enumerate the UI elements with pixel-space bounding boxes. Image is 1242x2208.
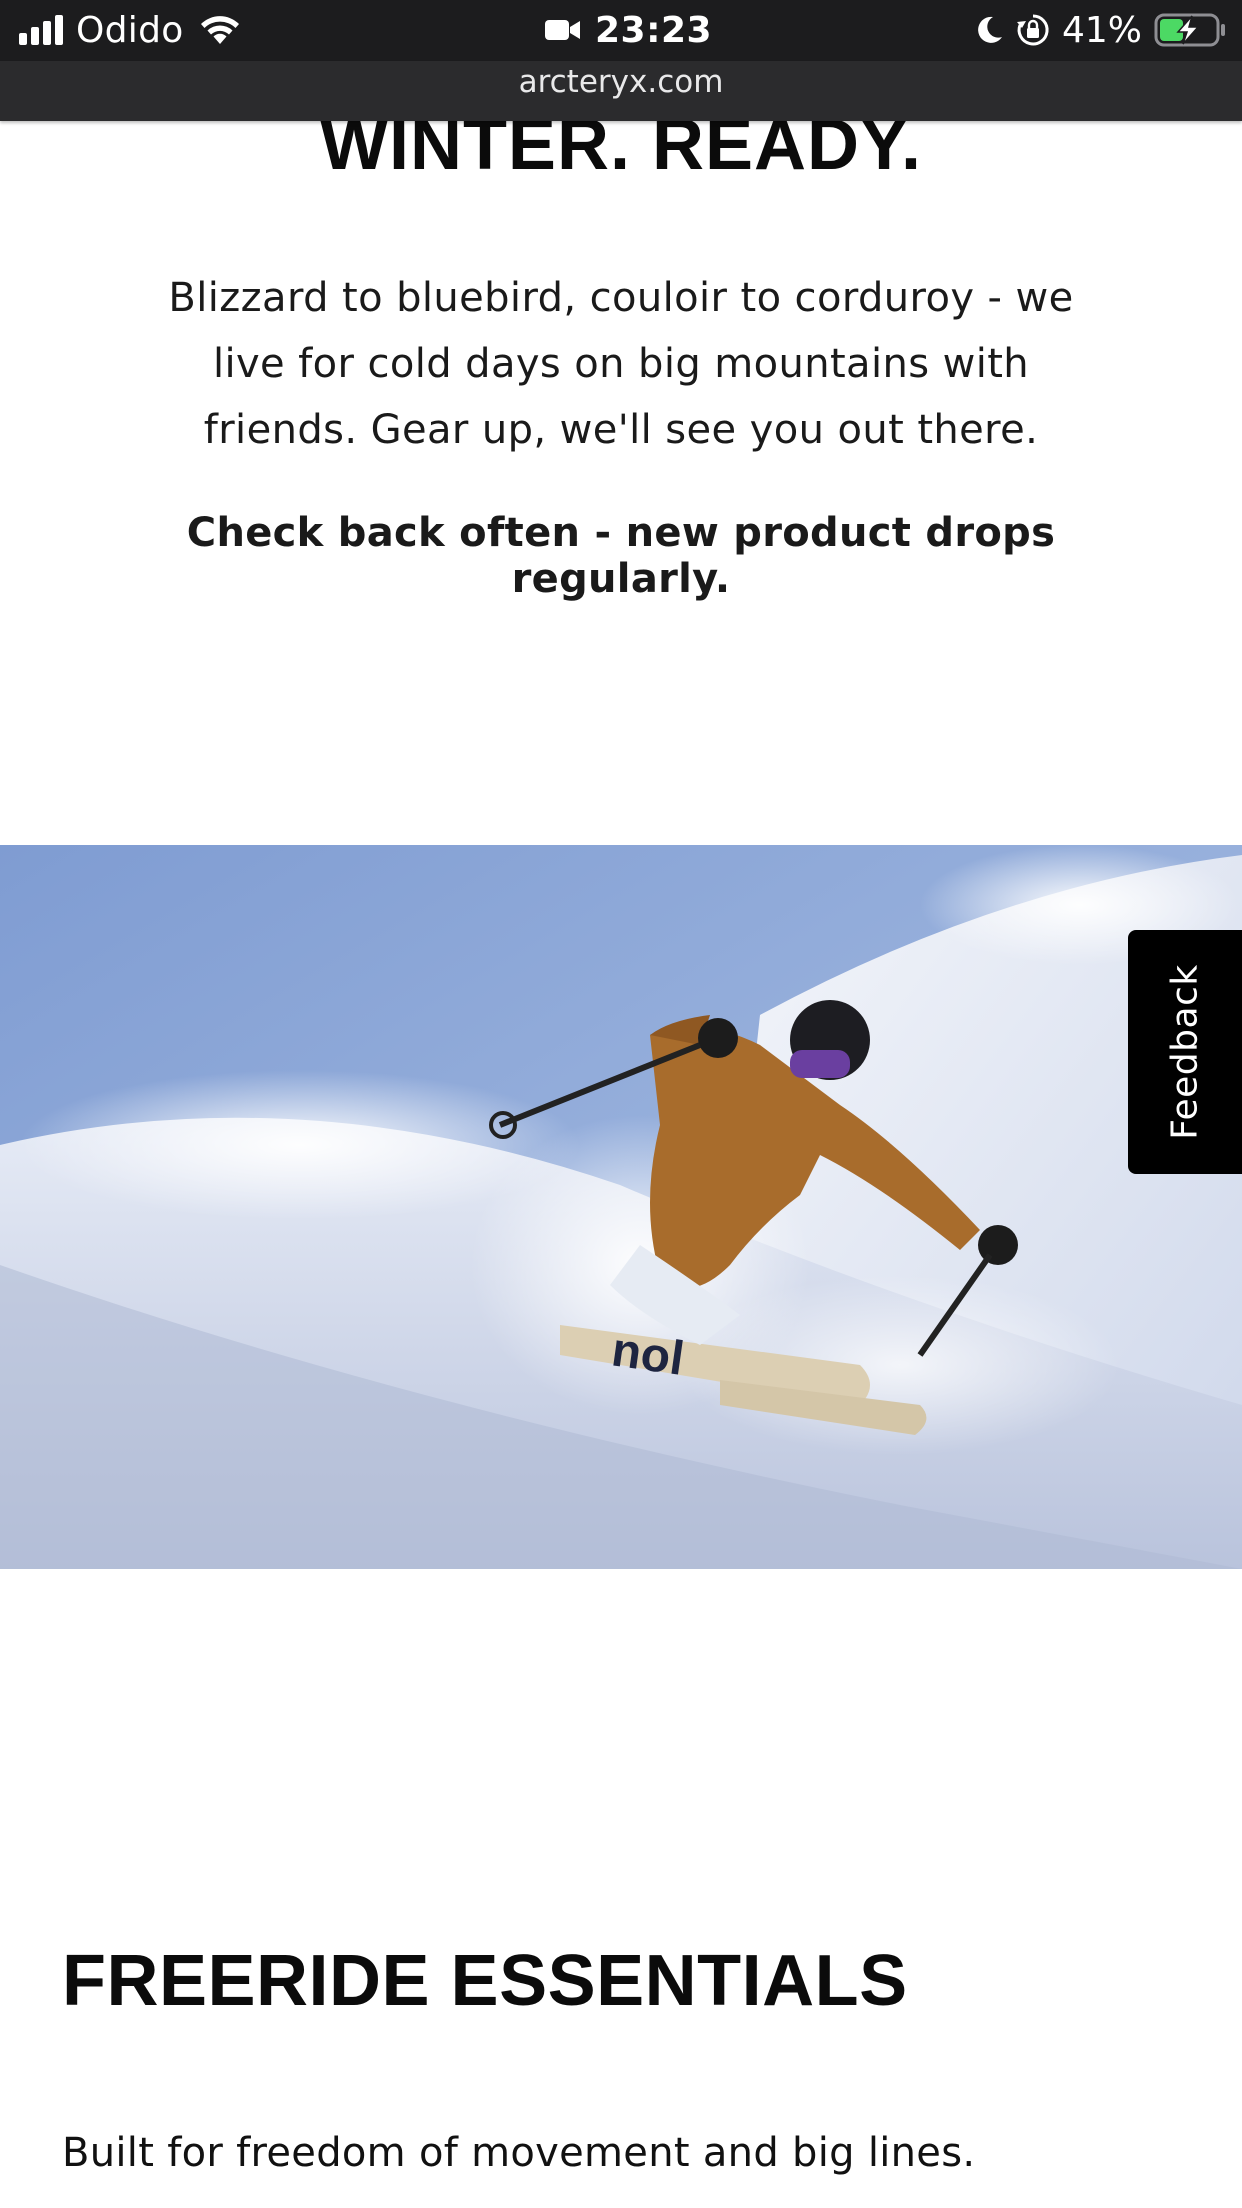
svg-text:nol: nol (608, 1323, 687, 1386)
skier-hero-image[interactable]: nol (0, 845, 1242, 1569)
moon-icon (978, 16, 1002, 43)
status-right: 41% (976, 8, 1226, 52)
feedback-button[interactable]: Feedback (1128, 930, 1242, 1174)
skier-photo: nol (0, 845, 1242, 1569)
rotation-lock-icon (1016, 14, 1049, 46)
status-center: 23:23 (545, 8, 712, 52)
url-text[interactable]: arcteryx.com (519, 64, 724, 100)
section-subtitle: Built for freedom of movement and big li… (62, 2130, 976, 2176)
status-left: Odido (19, 8, 242, 52)
wifi-icon (200, 16, 239, 44)
feedback-label[interactable]: Feedback (1165, 964, 1206, 1139)
clock-time: 23:23 (595, 9, 713, 51)
hero-description: Blizzard to bluebird, couloir to corduro… (168, 275, 1074, 453)
status-bar: Odido 23:23 41% (0, 0, 1242, 61)
carrier-name: Odido (76, 9, 184, 51)
hero-cta-text: Check back often - new product drops reg… (186, 510, 1056, 602)
signal-icon (19, 15, 63, 45)
battery-charging-icon (1154, 13, 1225, 47)
video-camera-icon (545, 20, 580, 40)
battery-percentage: 41% (1061, 9, 1142, 51)
browser-url-bar[interactable]: arcteryx.com (0, 61, 1242, 121)
section-title: FREERIDE ESSENTIALS (62, 1941, 908, 2021)
